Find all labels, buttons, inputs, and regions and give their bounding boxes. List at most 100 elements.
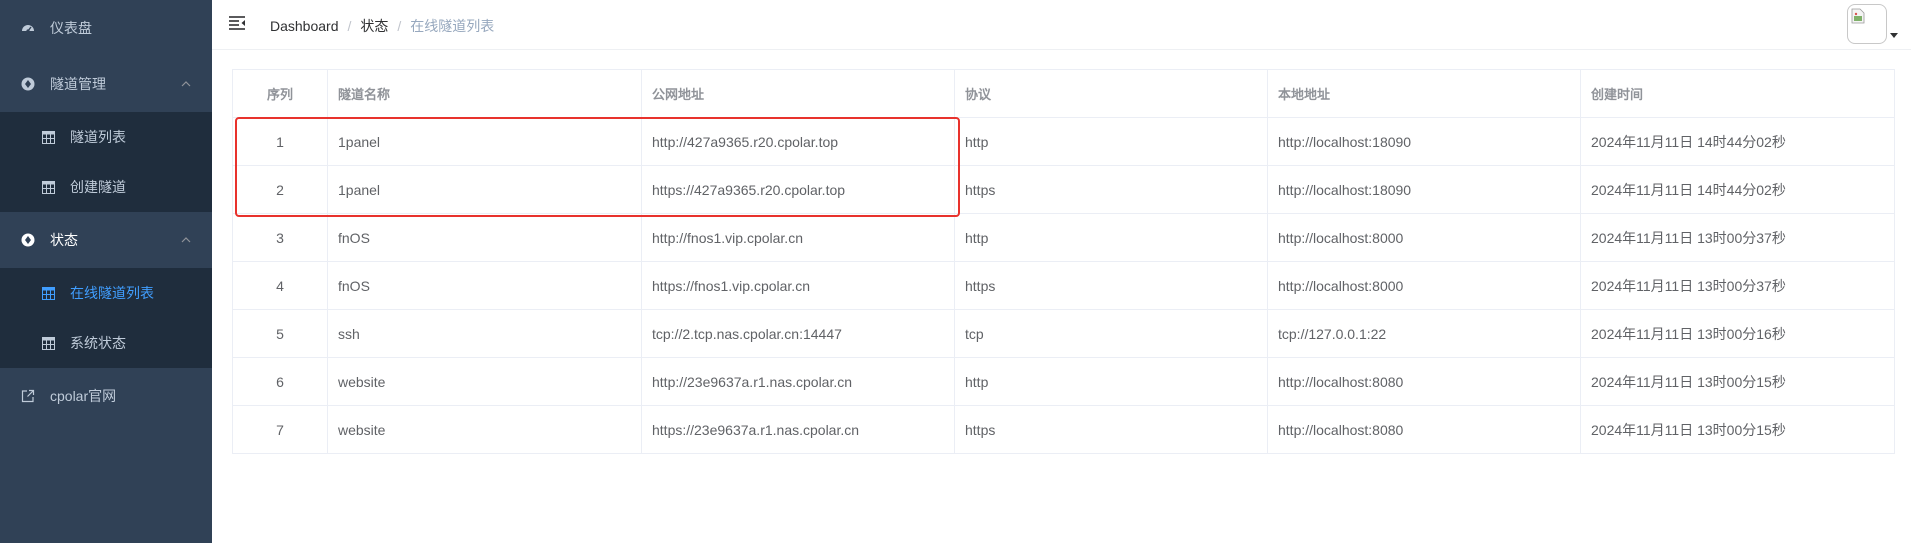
table-body: 1 1panel http://427a9365.r20.cpolar.top …	[232, 117, 1895, 454]
cell-name: website	[327, 405, 642, 454]
table-header: 序列 隧道名称 公网地址 协议 本地地址 创建时间	[232, 69, 1895, 118]
cell-local-address: tcp://127.0.0.1:22	[1267, 309, 1581, 358]
status-icon	[20, 232, 36, 248]
table-row: 5 ssh tcp://2.tcp.nas.cpolar.cn:14447 tc…	[232, 309, 1895, 358]
sidebar-item-dashboard[interactable]: 仪表盘	[0, 0, 212, 56]
breadcrumb-item-current: 在线隧道列表	[410, 18, 495, 34]
sidebar-item-create-tunnel[interactable]: 创建隧道	[0, 162, 212, 212]
cell-created-time: 2024年11月11日 14时44分02秒	[1580, 165, 1895, 214]
sidebar-item-status[interactable]: 状态	[0, 212, 212, 268]
cell-public-url: http://23e9637a.r1.nas.cpolar.cn	[641, 357, 955, 406]
sidebar-item-label: cpolar官网	[50, 388, 117, 404]
sidebar-item-tunnel-manage[interactable]: 隧道管理	[0, 56, 212, 112]
table-icon	[40, 129, 56, 145]
cell-public-url: https://fnos1.vip.cpolar.cn	[641, 261, 955, 310]
sidebar-item-label: 隧道管理	[50, 76, 106, 92]
cell-index: 7	[232, 405, 328, 454]
breadcrumb-item-dashboard[interactable]: Dashboard	[270, 18, 339, 34]
cell-name: 1panel	[327, 165, 642, 214]
sidebar: 仪表盘 隧道管理 隧道列表 创建隧道 状态 在线隧道列表 系统状态 cpolar…	[0, 0, 212, 543]
chevron-up-icon	[181, 237, 191, 243]
cell-created-time: 2024年11月11日 13时00分15秒	[1580, 405, 1895, 454]
sidebar-item-system-status[interactable]: 系统状态	[0, 318, 212, 368]
column-header-local-address: 本地地址	[1267, 69, 1581, 118]
table-row: 6 website http://23e9637a.r1.nas.cpolar.…	[232, 357, 1895, 406]
column-header-protocol: 协议	[954, 69, 1268, 118]
sidebar-item-online-tunnels[interactable]: 在线隧道列表	[0, 268, 212, 318]
cell-index: 5	[232, 309, 328, 358]
cell-public-url: https://23e9637a.r1.nas.cpolar.cn	[641, 405, 955, 454]
cell-index: 3	[232, 213, 328, 262]
submenu-tunnel-manage: 隧道列表 创建隧道	[0, 112, 212, 212]
breadcrumb-separator: /	[397, 18, 402, 34]
cell-local-address: http://localhost:8080	[1267, 357, 1581, 406]
cell-local-address: http://localhost:18090	[1267, 165, 1581, 214]
cell-created-time: 2024年11月11日 13时00分15秒	[1580, 357, 1895, 406]
table-icon	[40, 285, 56, 301]
caret-down-icon[interactable]	[1889, 30, 1899, 40]
cell-name: 1panel	[327, 117, 642, 166]
cell-created-time: 2024年11月11日 13时00分16秒	[1580, 309, 1895, 358]
cell-index: 2	[232, 165, 328, 214]
cell-protocol: http	[954, 117, 1268, 166]
breadcrumb: Dashboard / 状态 / 在线隧道列表	[270, 16, 494, 36]
cell-created-time: 2024年11月11日 13时00分37秒	[1580, 261, 1895, 310]
tunnel-manage-icon	[20, 76, 36, 92]
column-header-public-url: 公网地址	[641, 69, 955, 118]
sidebar-item-label: 在线隧道列表	[70, 285, 154, 301]
cell-name: fnOS	[327, 261, 642, 310]
broken-image-icon	[1851, 8, 1865, 24]
column-header-index: 序列	[232, 69, 328, 118]
hamburger-icon[interactable]	[228, 15, 246, 31]
column-header-created-time: 创建时间	[1580, 69, 1895, 118]
cell-public-url: tcp://2.tcp.nas.cpolar.cn:14447	[641, 309, 955, 358]
cell-protocol: tcp	[954, 309, 1268, 358]
cell-index: 1	[232, 117, 328, 166]
external-link-icon	[20, 388, 36, 404]
dashboard-icon	[20, 20, 36, 36]
cell-local-address: http://localhost:8000	[1267, 261, 1581, 310]
cell-created-time: 2024年11月11日 13时00分37秒	[1580, 213, 1895, 262]
cell-protocol: https	[954, 405, 1268, 454]
cell-public-url: http://fnos1.vip.cpolar.cn	[641, 213, 955, 262]
cell-local-address: http://localhost:8080	[1267, 405, 1581, 454]
cell-protocol: http	[954, 357, 1268, 406]
cell-index: 6	[232, 357, 328, 406]
cell-index: 4	[232, 261, 328, 310]
sidebar-item-cpolar-site[interactable]: cpolar官网	[0, 368, 212, 424]
sidebar-item-label: 隧道列表	[70, 129, 126, 145]
submenu-status: 在线隧道列表 系统状态	[0, 268, 212, 368]
breadcrumb-separator: /	[347, 18, 352, 34]
sidebar-item-label: 创建隧道	[70, 179, 126, 195]
cell-protocol: https	[954, 165, 1268, 214]
sidebar-item-label: 系统状态	[70, 335, 126, 351]
cell-local-address: http://localhost:18090	[1267, 117, 1581, 166]
user-menu[interactable]	[1847, 4, 1899, 44]
cell-protocol: https	[954, 261, 1268, 310]
sidebar-item-label: 仪表盘	[50, 20, 92, 36]
table-icon	[40, 335, 56, 351]
table-row: 4 fnOS https://fnos1.vip.cpolar.cn https…	[232, 261, 1895, 310]
sidebar-item-tunnel-list[interactable]: 隧道列表	[0, 112, 212, 162]
cell-name: fnOS	[327, 213, 642, 262]
table-row: 7 website https://23e9637a.r1.nas.cpolar…	[232, 405, 1895, 454]
table-row: 2 1panel https://427a9365.r20.cpolar.top…	[232, 165, 1895, 214]
cell-public-url: https://427a9365.r20.cpolar.top	[641, 165, 955, 214]
table-row: 1 1panel http://427a9365.r20.cpolar.top …	[232, 117, 1895, 166]
breadcrumb-item-status: 状态	[360, 18, 389, 34]
sidebar-item-label: 状态	[50, 232, 78, 248]
topbar: Dashboard / 状态 / 在线隧道列表	[212, 0, 1911, 50]
table-row: 3 fnOS http://fnos1.vip.cpolar.cn http h…	[232, 213, 1895, 262]
table-header-row: 序列 隧道名称 公网地址 协议 本地地址 创建时间	[232, 69, 1895, 118]
main-content: 序列 隧道名称 公网地址 协议 本地地址 创建时间 1 1panel http:…	[232, 69, 1895, 454]
cell-created-time: 2024年11月11日 14时44分02秒	[1580, 117, 1895, 166]
cell-local-address: http://localhost:8000	[1267, 213, 1581, 262]
cell-public-url: http://427a9365.r20.cpolar.top	[641, 117, 955, 166]
cell-name: ssh	[327, 309, 642, 358]
chevron-up-icon	[181, 81, 191, 87]
avatar[interactable]	[1847, 4, 1887, 44]
table-icon	[40, 179, 56, 195]
online-tunnel-table: 序列 隧道名称 公网地址 协议 本地地址 创建时间 1 1panel http:…	[232, 69, 1895, 454]
cell-protocol: http	[954, 213, 1268, 262]
column-header-name: 隧道名称	[327, 69, 642, 118]
